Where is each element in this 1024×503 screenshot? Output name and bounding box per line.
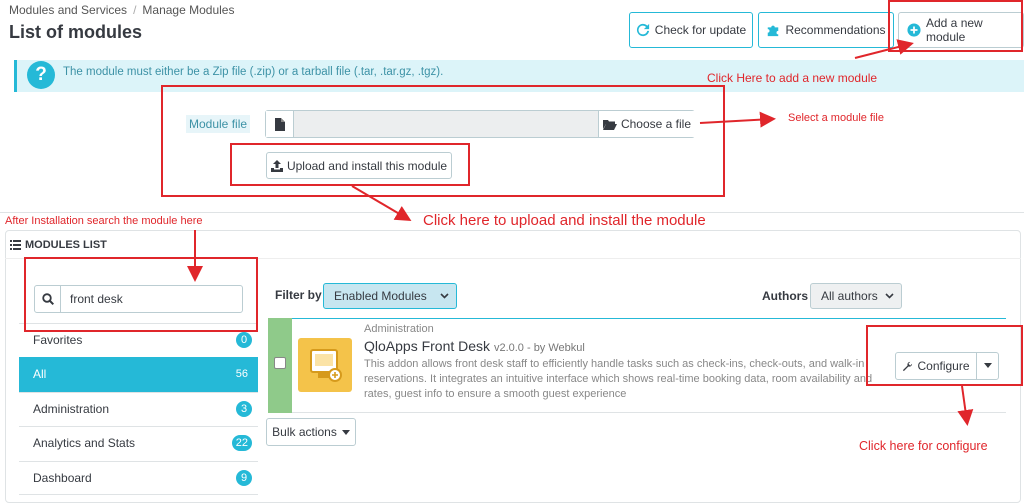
bulk-actions-button[interactable]: Bulk actions: [266, 418, 356, 446]
category-dashboard[interactable]: Dashboard 9: [19, 461, 258, 495]
breadcrumb-current: Manage Modules: [142, 3, 235, 17]
category-label: Favorites: [33, 333, 83, 347]
refresh-icon: [636, 23, 649, 37]
chevron-down-icon: [440, 293, 449, 299]
category-label: Administration: [33, 402, 110, 416]
category-count-badge: 56: [235, 368, 248, 380]
breadcrumb-parent[interactable]: Modules and Services: [9, 3, 127, 17]
category-count-badge: 3: [236, 401, 252, 417]
module-title: QloApps Front Desk: [364, 338, 491, 354]
breadcrumb-separator: /: [133, 3, 137, 17]
annotation-box-configure: [866, 325, 1023, 386]
puzzle-icon: [768, 25, 779, 37]
category-count-badge: 22: [231, 435, 252, 451]
module-version: v2.0.0 - by Webkul: [493, 342, 585, 354]
category-label: All: [33, 367, 47, 381]
category-count-badge: 9: [236, 470, 252, 486]
question-icon: ?: [27, 61, 55, 89]
module-description: This addon allows front desk staff to ef…: [364, 358, 873, 400]
annotation-box-search: [24, 257, 258, 332]
modules-list-heading: MODULES LIST: [10, 239, 107, 251]
module-name: QloApps Front Desk v2.0.0 - by Webkul: [364, 338, 585, 354]
authors-select-value: All authors: [821, 289, 878, 303]
annotation-box-upload-button: [230, 143, 470, 186]
annotation-select-file: Select a module file: [788, 112, 884, 124]
category-all[interactable]: All 56: [19, 357, 258, 392]
caret-down-icon: [341, 429, 350, 435]
page-header: Modules and Services / Manage Modules List…: [0, 0, 1024, 56]
category-analytics-and-stats[interactable]: Analytics and Stats 22: [19, 426, 258, 460]
annotation-upload-install: Click here to upload and install the mod…: [423, 212, 706, 229]
authors-select[interactable]: All authors: [810, 283, 902, 309]
annotation-search-here: After Installation search the module her…: [5, 215, 203, 227]
filter-select-value: Enabled Modules: [334, 289, 427, 303]
chevron-down-icon: [885, 293, 894, 299]
recommendations-label: Recommendations: [785, 23, 886, 37]
alert-text: The module must either be a Zip file (.z…: [63, 66, 444, 78]
page-title: List of modules: [9, 22, 143, 42]
category-count-badge: 0: [236, 332, 252, 348]
filter-by-label: Filter by: [275, 288, 322, 302]
front-desk-icon: [310, 349, 342, 382]
breadcrumb: Modules and Services / Manage Modules: [9, 3, 234, 17]
category-label: Analytics and Stats: [33, 436, 136, 450]
modules-list-title: MODULES LIST: [25, 239, 107, 251]
annotation-box-add-module: [888, 0, 1023, 52]
module-category: Administration: [364, 323, 434, 335]
category-administration[interactable]: Administration 3: [19, 392, 258, 426]
check-for-update-button[interactable]: Check for update: [629, 12, 753, 48]
bulk-actions-label: Bulk actions: [272, 425, 337, 439]
category-label: Dashboard: [33, 471, 92, 485]
check-for-update-label: Check for update: [654, 23, 747, 37]
module-checkbox[interactable]: [274, 357, 286, 369]
authors-label: Authors: [762, 289, 808, 303]
module-logo: [298, 338, 352, 392]
list-icon: [10, 240, 21, 250]
annotation-configure: Click here for configure: [859, 439, 988, 453]
annotation-add-module: Click Here to add a new module: [707, 71, 878, 85]
recommendations-button[interactable]: Recommendations: [758, 12, 894, 48]
filter-select[interactable]: Enabled Modules: [323, 283, 457, 309]
